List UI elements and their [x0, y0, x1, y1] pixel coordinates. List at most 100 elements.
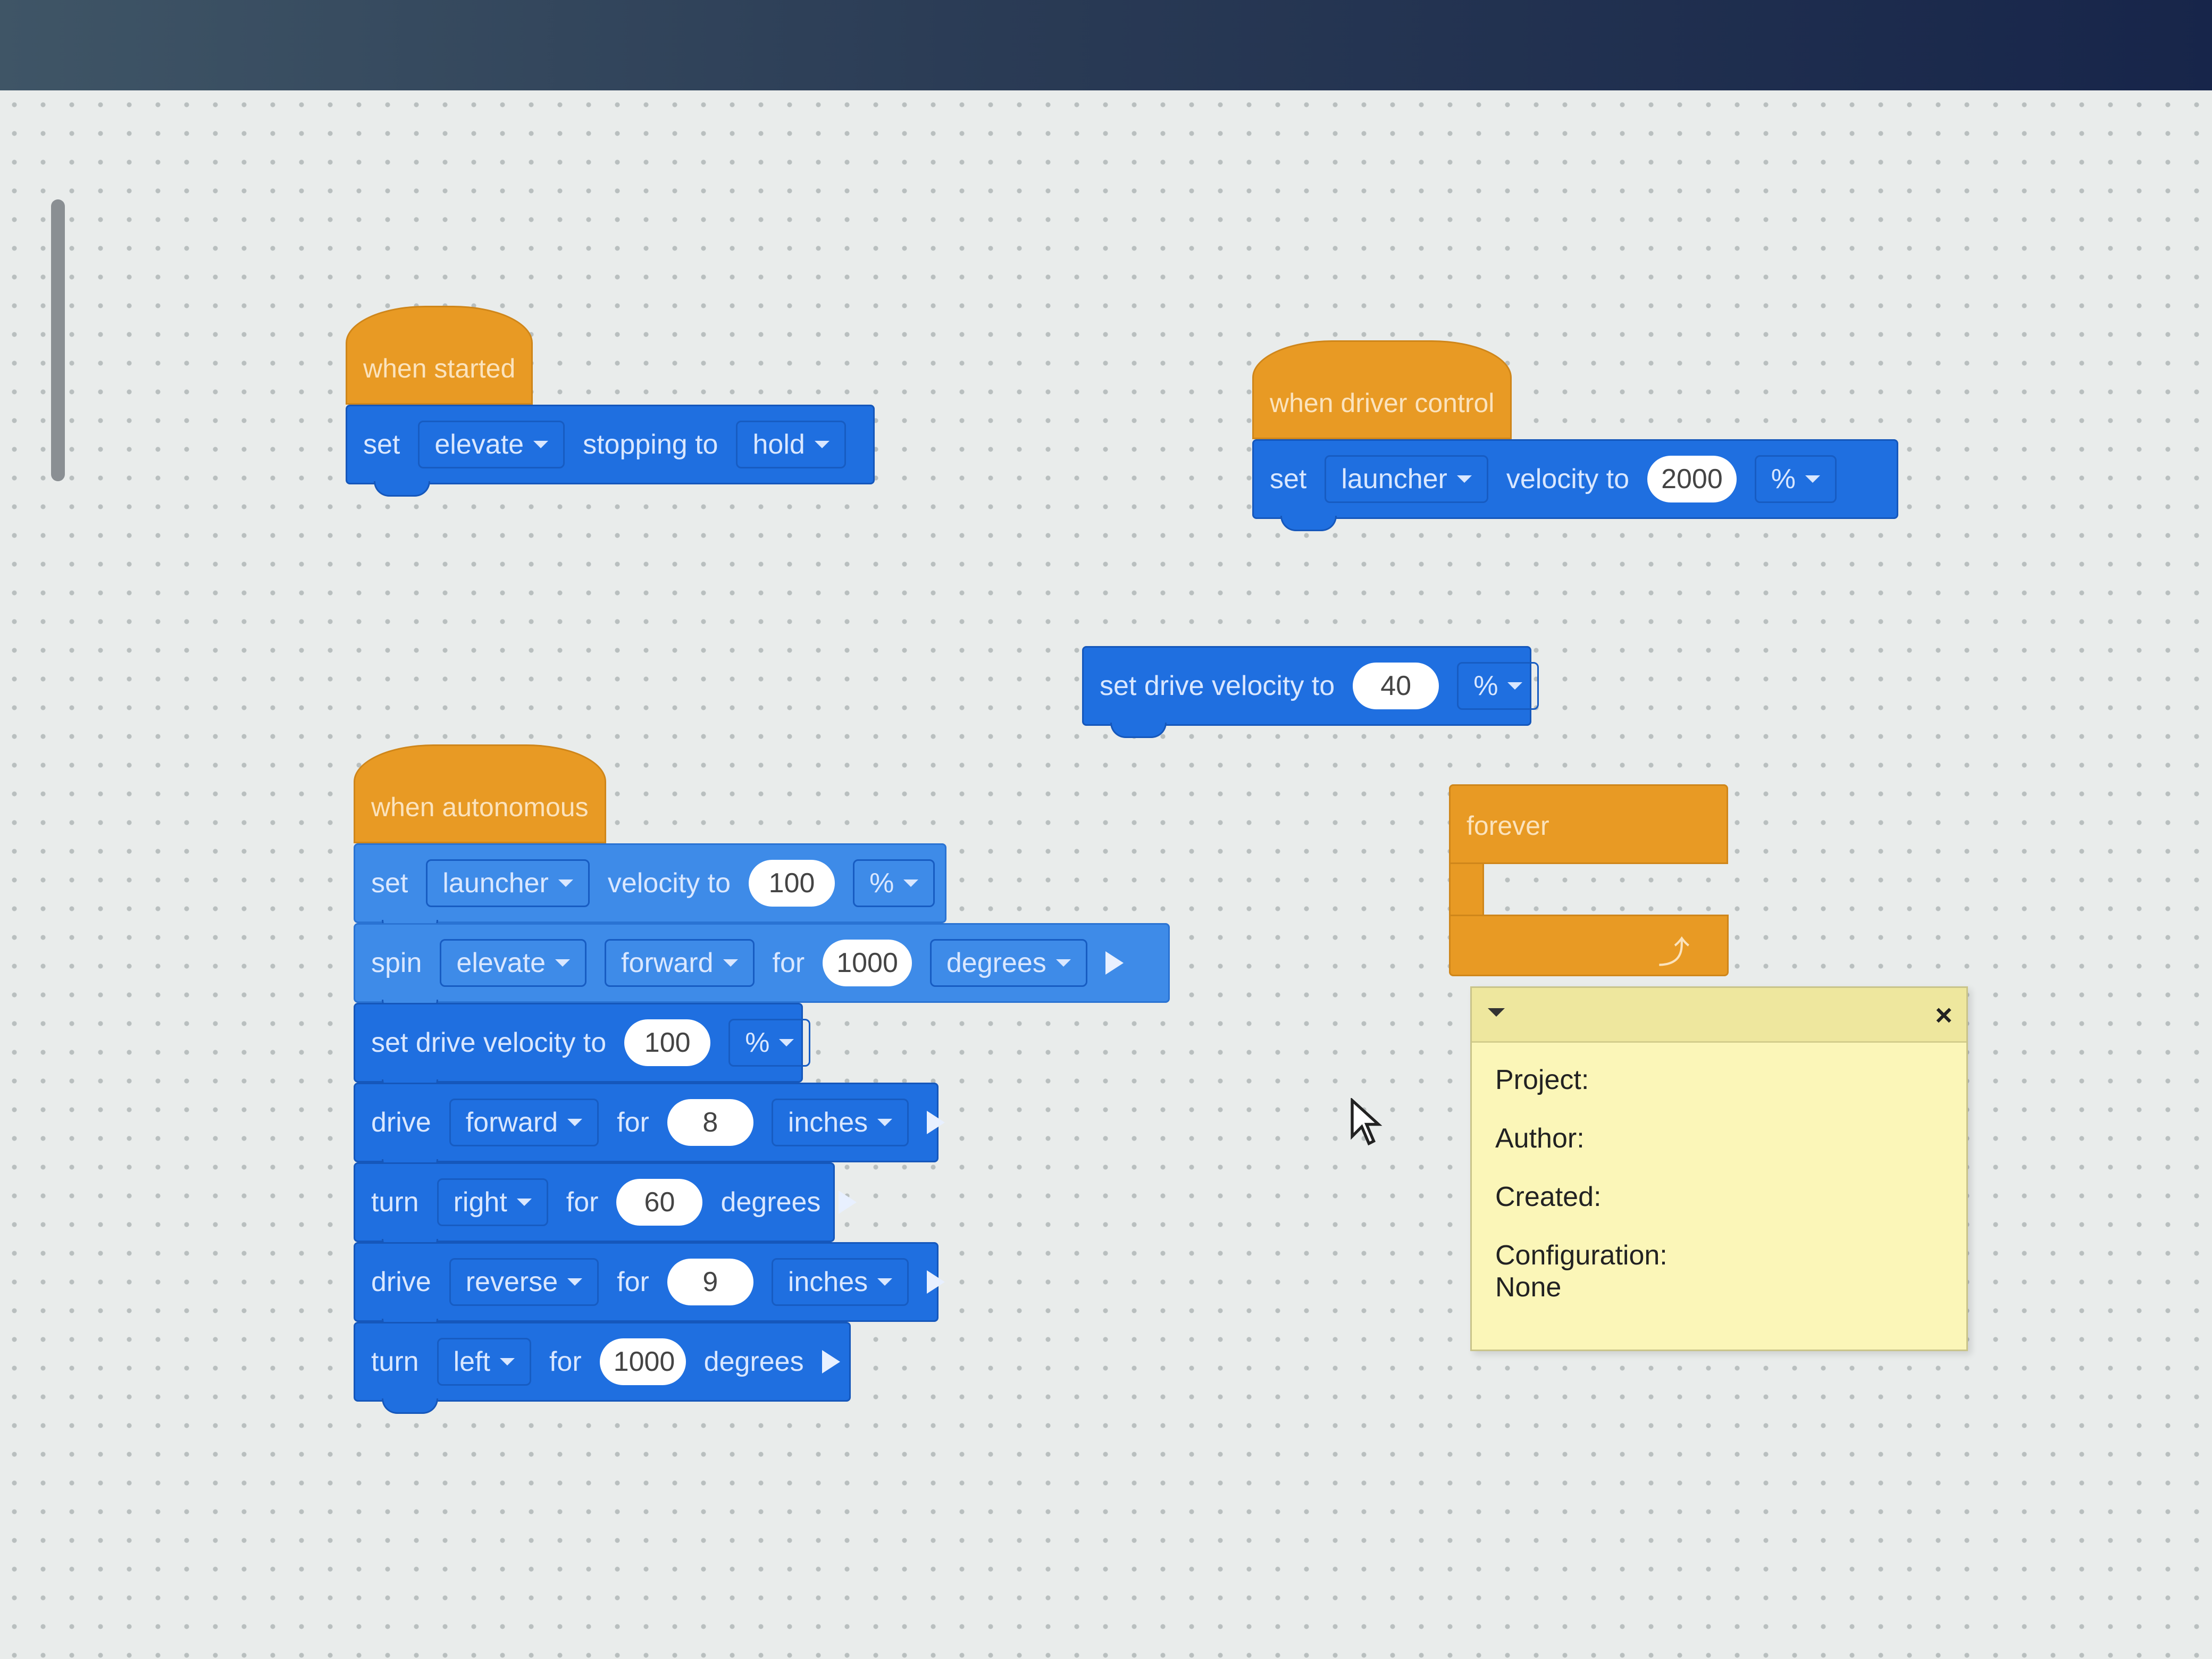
- loop-arrow-icon: ⤴: [1658, 935, 1690, 970]
- play-icon[interactable]: [1105, 951, 1124, 975]
- direction-dropdown[interactable]: forward: [605, 939, 755, 987]
- author-line: Author:: [1495, 1123, 1585, 1154]
- motor-value: launcher: [1341, 464, 1447, 495]
- collapse-icon[interactable]: [1488, 1008, 1505, 1017]
- direction-dropdown[interactable]: right: [437, 1178, 548, 1226]
- spin-block[interactable]: spin elevate forward for 1000 degrees: [354, 923, 1170, 1015]
- chevron-down-icon: [567, 1278, 583, 1286]
- velocity-input[interactable]: 2000: [1647, 456, 1737, 502]
- velocity-label: velocity to: [607, 868, 731, 899]
- set-label: set: [363, 429, 400, 460]
- chevron-down-icon: [533, 441, 549, 448]
- chevron-down-icon: [567, 1119, 583, 1126]
- motor-value: launcher: [442, 868, 549, 899]
- amount-input[interactable]: 1000: [823, 940, 912, 986]
- angle-input[interactable]: 1000: [599, 1338, 686, 1385]
- turn-block[interactable]: turn left for 1000 degrees: [354, 1322, 851, 1414]
- motor-value: elevate: [456, 948, 546, 978]
- when-autonomous-stack[interactable]: when autonomous set launcher velocity to…: [354, 744, 1170, 1414]
- configuration-value: None: [1495, 1272, 1562, 1303]
- motor-dropdown[interactable]: launcher: [426, 859, 590, 907]
- unit-value: inches: [787, 1267, 868, 1297]
- chevron-down-icon: [877, 1278, 893, 1286]
- loose-drive-velocity-stack[interactable]: set drive velocity to 40 %: [1082, 646, 1539, 738]
- forever-block[interactable]: forever ⤴: [1449, 784, 1729, 976]
- blocks-workspace[interactable]: when started set elevate stopping to hol…: [0, 90, 2212, 1659]
- set-drive-velocity-block[interactable]: set drive velocity to 40 %: [1082, 646, 1539, 738]
- for-label: for: [772, 948, 805, 978]
- unit-dropdown[interactable]: %: [728, 1019, 811, 1067]
- drive-velocity-input[interactable]: 100: [624, 1019, 711, 1066]
- when-driver-control-stack[interactable]: when driver control set launcher velocit…: [1252, 340, 1898, 531]
- project-line: Project:: [1495, 1065, 1589, 1095]
- for-label: for: [617, 1267, 649, 1297]
- direction-dropdown[interactable]: reverse: [449, 1258, 599, 1306]
- play-icon[interactable]: [822, 1350, 840, 1373]
- unit-dropdown[interactable]: inches: [771, 1099, 909, 1146]
- set-label: set: [371, 868, 408, 899]
- for-label: for: [549, 1346, 582, 1377]
- motor-value: elevate: [434, 429, 524, 460]
- vertical-scrollbar[interactable]: [51, 199, 65, 481]
- comment-body[interactable]: Project: Author: Created: Configuration:…: [1472, 1043, 1966, 1351]
- direction-value: forward: [621, 948, 714, 978]
- project-comment[interactable]: × Project: Author: Created: Configuratio…: [1470, 986, 1968, 1351]
- comment-header[interactable]: ×: [1472, 988, 1966, 1043]
- stop-mode-dropdown[interactable]: hold: [736, 421, 846, 468]
- motor-dropdown[interactable]: launcher: [1325, 455, 1488, 503]
- set-velocity-block[interactable]: set launcher velocity to 100 %: [354, 843, 946, 935]
- direction-value: left: [453, 1346, 490, 1377]
- mouse-cursor-icon: [1351, 1098, 1382, 1146]
- close-icon[interactable]: ×: [1935, 998, 1953, 1032]
- drive-label: drive: [371, 1107, 431, 1138]
- forever-bottom: ⤴: [1449, 915, 1729, 976]
- for-label: for: [566, 1187, 599, 1218]
- when-started-hat[interactable]: when started: [346, 306, 533, 405]
- set-velocity-block[interactable]: set launcher velocity to 2000 %: [1252, 439, 1898, 531]
- direction-value: forward: [465, 1107, 558, 1138]
- set-drive-velocity-block[interactable]: set drive velocity to 100 %: [354, 1003, 811, 1095]
- when-started-stack[interactable]: when started set elevate stopping to hol…: [346, 306, 875, 497]
- direction-value: right: [453, 1187, 507, 1218]
- play-icon[interactable]: [839, 1191, 857, 1214]
- turn-label: turn: [371, 1346, 419, 1377]
- direction-value: reverse: [465, 1267, 558, 1297]
- unit-label: degrees: [720, 1187, 821, 1218]
- chevron-down-icon: [1055, 959, 1071, 967]
- direction-dropdown[interactable]: forward: [449, 1099, 599, 1146]
- set-label: set: [1270, 464, 1307, 495]
- unit-dropdown[interactable]: %: [1754, 455, 1837, 503]
- unit-dropdown[interactable]: %: [853, 859, 935, 907]
- play-icon[interactable]: [927, 1270, 945, 1294]
- unit-dropdown[interactable]: inches: [771, 1258, 909, 1306]
- when-autonomous-hat[interactable]: when autonomous: [354, 744, 606, 843]
- drive-label: drive: [371, 1267, 431, 1297]
- distance-input[interactable]: 8: [667, 1099, 753, 1146]
- drive-velocity-input[interactable]: 40: [1353, 663, 1439, 709]
- velocity-input[interactable]: 100: [749, 860, 835, 907]
- unit-value: degrees: [946, 948, 1046, 978]
- forever-label: forever: [1449, 784, 1728, 864]
- stop-mode-value: hold: [752, 429, 805, 460]
- direction-dropdown[interactable]: left: [437, 1338, 531, 1386]
- distance-input[interactable]: 9: [667, 1259, 753, 1305]
- angle-input[interactable]: 60: [616, 1179, 703, 1226]
- spin-label: spin: [371, 948, 422, 978]
- unit-value: %: [869, 868, 894, 899]
- unit-value: %: [1473, 671, 1498, 701]
- drive-block[interactable]: drive reverse for 9 inches: [354, 1242, 945, 1334]
- play-icon[interactable]: [927, 1111, 945, 1134]
- when-driver-control-hat[interactable]: when driver control: [1252, 340, 1512, 439]
- unit-dropdown[interactable]: %: [1457, 662, 1539, 710]
- turn-block[interactable]: turn right for 60 degrees: [354, 1162, 857, 1254]
- motor-dropdown[interactable]: elevate: [418, 421, 565, 468]
- unit-value: inches: [787, 1107, 868, 1138]
- chevron-down-icon: [723, 959, 738, 967]
- set-stopping-block[interactable]: set elevate stopping to hold: [346, 405, 875, 497]
- velocity-label: velocity to: [1506, 464, 1630, 495]
- drive-velocity-label: set drive velocity to: [1100, 671, 1335, 701]
- drive-block[interactable]: drive forward for 8 inches: [354, 1083, 945, 1175]
- drive-velocity-label: set drive velocity to: [371, 1027, 607, 1058]
- motor-dropdown[interactable]: elevate: [440, 939, 587, 987]
- unit-dropdown[interactable]: degrees: [929, 939, 1087, 987]
